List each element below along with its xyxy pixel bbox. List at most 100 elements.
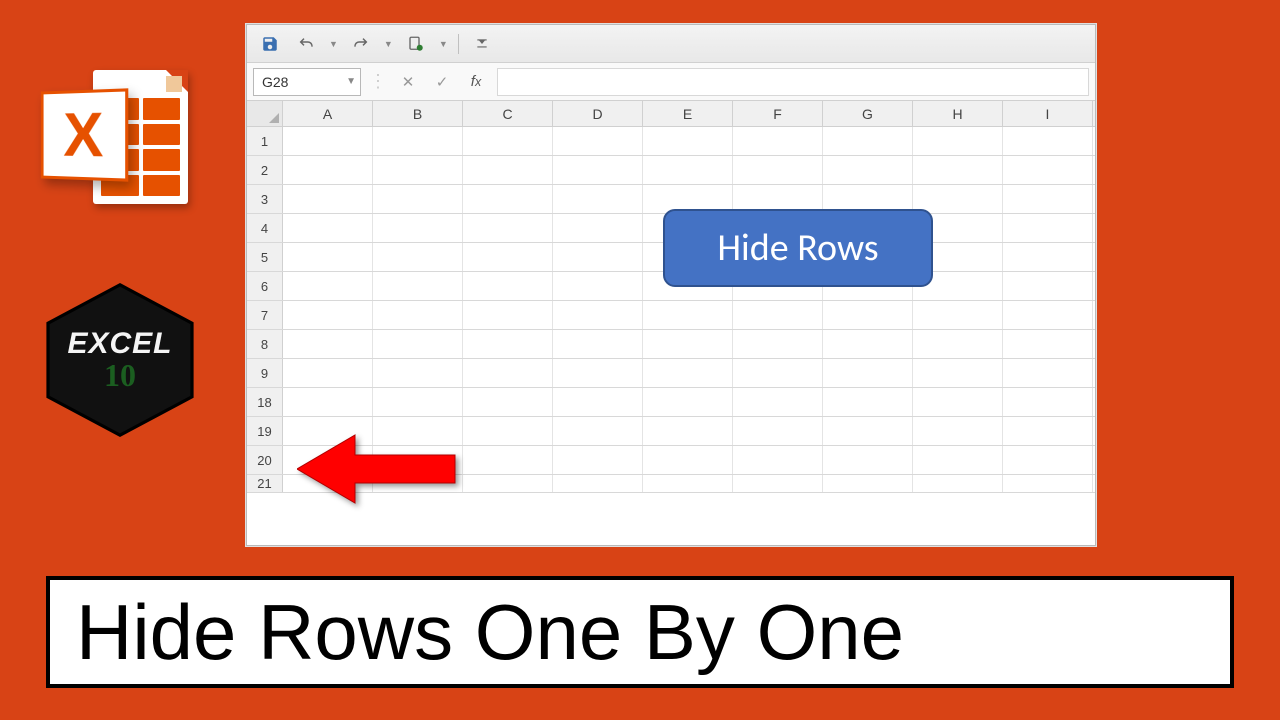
cell[interactable] bbox=[1003, 359, 1093, 387]
row-header[interactable]: 3 bbox=[247, 185, 283, 213]
cell[interactable] bbox=[553, 475, 643, 492]
select-all-corner[interactable] bbox=[247, 101, 283, 126]
cell[interactable] bbox=[373, 156, 463, 184]
cell[interactable] bbox=[1003, 214, 1093, 242]
enter-formula-button[interactable]: ✓ bbox=[429, 69, 455, 95]
cell[interactable] bbox=[913, 417, 1003, 445]
cell[interactable] bbox=[733, 359, 823, 387]
cell[interactable] bbox=[913, 388, 1003, 416]
name-box[interactable]: G28 ▼ bbox=[253, 68, 361, 96]
cell[interactable] bbox=[373, 301, 463, 329]
cell[interactable] bbox=[553, 446, 643, 474]
cell[interactable] bbox=[283, 156, 373, 184]
cell[interactable] bbox=[283, 388, 373, 416]
cell[interactable] bbox=[643, 359, 733, 387]
cell[interactable] bbox=[643, 417, 733, 445]
cell[interactable] bbox=[823, 330, 913, 358]
cell[interactable] bbox=[733, 417, 823, 445]
cell[interactable] bbox=[553, 330, 643, 358]
cell[interactable] bbox=[463, 475, 553, 492]
cell[interactable] bbox=[733, 301, 823, 329]
col-header[interactable]: F bbox=[733, 101, 823, 126]
cell[interactable] bbox=[463, 388, 553, 416]
cell[interactable] bbox=[823, 301, 913, 329]
cell[interactable] bbox=[1003, 272, 1093, 300]
cell[interactable] bbox=[373, 127, 463, 155]
cancel-formula-button[interactable]: ✕ bbox=[395, 69, 421, 95]
cell[interactable] bbox=[1003, 417, 1093, 445]
cell[interactable] bbox=[463, 301, 553, 329]
cell[interactable] bbox=[1003, 446, 1093, 474]
cell[interactable] bbox=[553, 243, 643, 271]
redo-dropdown-icon[interactable]: ▼ bbox=[384, 39, 393, 49]
cell[interactable] bbox=[913, 330, 1003, 358]
cell[interactable] bbox=[463, 185, 553, 213]
cell[interactable] bbox=[463, 127, 553, 155]
cell[interactable] bbox=[733, 156, 823, 184]
cell[interactable] bbox=[283, 214, 373, 242]
row-header[interactable]: 5 bbox=[247, 243, 283, 271]
cell[interactable] bbox=[913, 127, 1003, 155]
touch-dropdown-icon[interactable]: ▼ bbox=[439, 39, 448, 49]
cell[interactable] bbox=[283, 272, 373, 300]
cell[interactable] bbox=[733, 330, 823, 358]
col-header[interactable]: H bbox=[913, 101, 1003, 126]
cell[interactable] bbox=[463, 272, 553, 300]
cell[interactable] bbox=[823, 446, 913, 474]
row-header[interactable]: 4 bbox=[247, 214, 283, 242]
cell[interactable] bbox=[463, 214, 553, 242]
cell[interactable] bbox=[553, 417, 643, 445]
cell[interactable] bbox=[823, 417, 913, 445]
cell[interactable] bbox=[553, 156, 643, 184]
col-header[interactable]: B bbox=[373, 101, 463, 126]
col-header[interactable]: A bbox=[283, 101, 373, 126]
row-header[interactable]: 2 bbox=[247, 156, 283, 184]
row-header[interactable]: 1 bbox=[247, 127, 283, 155]
customize-qat-button[interactable] bbox=[469, 31, 495, 57]
cell[interactable] bbox=[1003, 127, 1093, 155]
cell[interactable] bbox=[913, 359, 1003, 387]
col-header[interactable]: E bbox=[643, 101, 733, 126]
touch-mode-button[interactable] bbox=[403, 31, 429, 57]
cell[interactable] bbox=[553, 214, 643, 242]
row-header[interactable]: 8 bbox=[247, 330, 283, 358]
row-header[interactable]: 6 bbox=[247, 272, 283, 300]
col-header[interactable]: I bbox=[1003, 101, 1093, 126]
cell[interactable] bbox=[643, 475, 733, 492]
cell[interactable] bbox=[913, 301, 1003, 329]
col-header[interactable]: D bbox=[553, 101, 643, 126]
row-header[interactable]: 18 bbox=[247, 388, 283, 416]
cell[interactable] bbox=[913, 156, 1003, 184]
cell[interactable] bbox=[1003, 330, 1093, 358]
cell[interactable] bbox=[373, 388, 463, 416]
redo-button[interactable] bbox=[348, 31, 374, 57]
cell[interactable] bbox=[373, 185, 463, 213]
cell[interactable] bbox=[1003, 156, 1093, 184]
cell[interactable] bbox=[553, 301, 643, 329]
undo-dropdown-icon[interactable]: ▼ bbox=[329, 39, 338, 49]
name-box-dropdown-icon[interactable]: ▼ bbox=[346, 76, 356, 87]
cell[interactable] bbox=[1003, 301, 1093, 329]
col-header[interactable]: G bbox=[823, 101, 913, 126]
row-header[interactable]: 19 bbox=[247, 417, 283, 445]
cell[interactable] bbox=[283, 330, 373, 358]
cell[interactable] bbox=[823, 127, 913, 155]
cell[interactable] bbox=[463, 243, 553, 271]
col-header[interactable]: C bbox=[463, 101, 553, 126]
cell[interactable] bbox=[463, 417, 553, 445]
cell[interactable] bbox=[913, 446, 1003, 474]
cell[interactable] bbox=[1003, 243, 1093, 271]
cell[interactable] bbox=[1003, 185, 1093, 213]
cell[interactable] bbox=[823, 156, 913, 184]
row-header[interactable]: 9 bbox=[247, 359, 283, 387]
cell[interactable] bbox=[733, 127, 823, 155]
cell[interactable] bbox=[463, 446, 553, 474]
cell[interactable] bbox=[823, 388, 913, 416]
cell[interactable] bbox=[643, 330, 733, 358]
cell[interactable] bbox=[1003, 388, 1093, 416]
cell[interactable] bbox=[373, 359, 463, 387]
cell[interactable] bbox=[823, 359, 913, 387]
cell[interactable] bbox=[553, 127, 643, 155]
cell[interactable] bbox=[463, 156, 553, 184]
cell[interactable] bbox=[643, 127, 733, 155]
